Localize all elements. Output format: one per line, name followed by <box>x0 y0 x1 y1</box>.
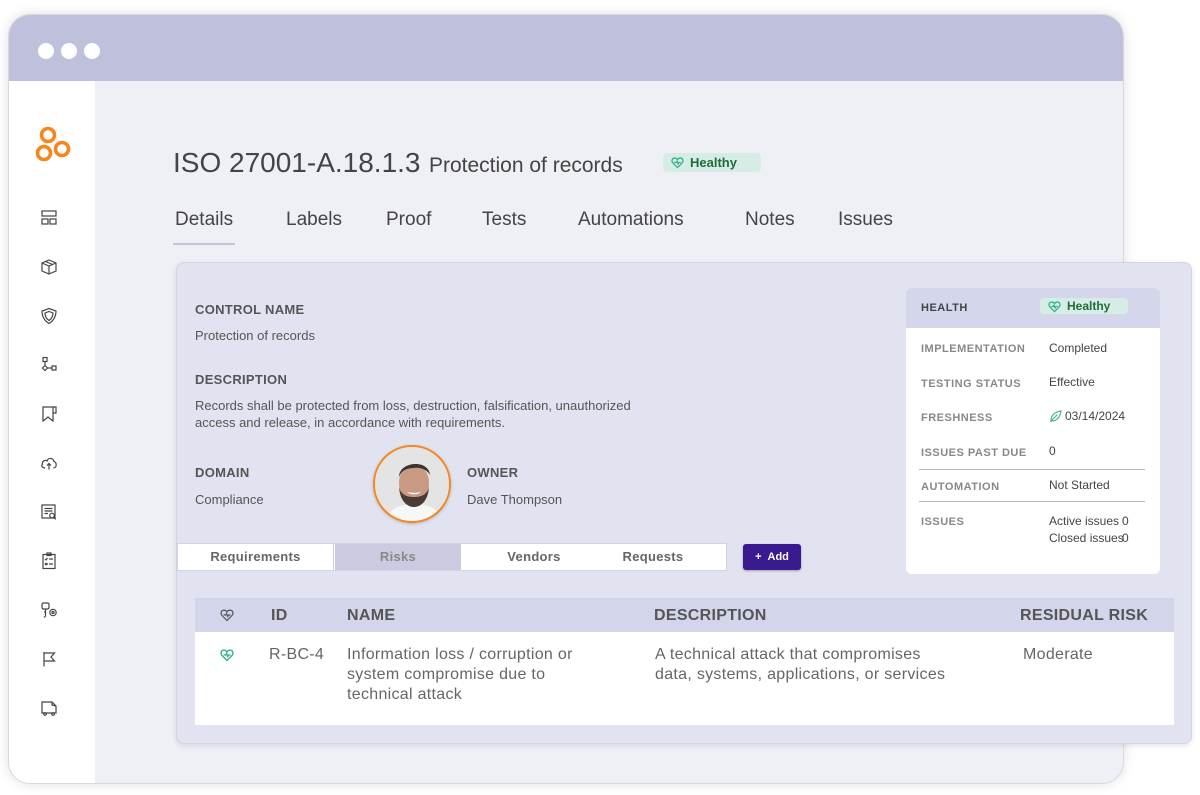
closed-issues-label: Closed issues <box>1049 531 1124 545</box>
column-header-description[interactable]: DESCRIPTION <box>654 607 767 625</box>
clipboard-checklist-icon[interactable] <box>40 552 58 570</box>
automation-value: Not Started <box>1049 478 1110 492</box>
plus-icon: + <box>755 551 762 563</box>
risk-name-line: system compromise due to <box>347 666 546 683</box>
freshness-value: 03/14/2024 <box>1065 409 1126 423</box>
active-issues-count: 0 <box>1122 514 1129 528</box>
description-value: Records shall be protected from loss, de… <box>195 398 631 430</box>
risk-name: Information loss / corruption or system … <box>347 645 573 705</box>
implementation-value: Completed <box>1049 341 1108 355</box>
risk-id[interactable]: R-BC-4 <box>269 645 324 665</box>
subtab-requests[interactable]: Requests <box>594 544 712 570</box>
add-button[interactable]: + Add <box>743 544 801 570</box>
tab-automations[interactable]: Automations <box>578 209 684 231</box>
details-panel: CONTROL NAME Protection of records DESCR… <box>176 262 1192 744</box>
residual-risk-value: Moderate <box>1023 646 1093 663</box>
vehicle-icon[interactable] <box>40 699 58 717</box>
closed-issues-count: 0 <box>1122 531 1129 545</box>
domain-value: Compliance <box>195 492 264 507</box>
health-badge: Healthy <box>1040 298 1129 314</box>
health-card: HEALTH Healthy IMPLEMENTATION Completed … <box>906 288 1160 574</box>
risks-table: ID NAME DESCRIPTION RESIDUAL RISK R-BC-4… <box>195 598 1174 725</box>
status-badge: Healthy <box>663 153 761 172</box>
window-control-dot[interactable] <box>61 43 77 59</box>
related-tabs: Requirements Risks Vendors Requests <box>177 543 727 571</box>
active-issues-label: Active issues <box>1049 514 1120 528</box>
status-badge-label: Healthy <box>690 155 737 170</box>
freshness-value-wrap: 03/14/2024 <box>1049 409 1125 423</box>
health-label: HEALTH <box>921 302 968 314</box>
window-control-dot[interactable] <box>84 43 100 59</box>
heart-pulse-icon <box>220 609 234 622</box>
logo-icon[interactable] <box>34 125 78 165</box>
description-label: DESCRIPTION <box>195 372 288 387</box>
control-code: ISO 27001-A.18.1.3 <box>173 147 421 178</box>
table-header: ID NAME DESCRIPTION RESIDUAL RISK <box>195 598 1174 632</box>
owner-label: OWNER <box>467 465 519 480</box>
risk-description: A technical attack that compromises data… <box>655 645 945 685</box>
issues-past-due-label: ISSUES PAST DUE <box>921 447 1027 459</box>
tab-tests[interactable]: Tests <box>482 209 526 231</box>
box-icon[interactable] <box>40 258 58 276</box>
column-header-residual-risk[interactable]: RESIDUAL RISK <box>1020 607 1148 625</box>
risk-description-line: A technical attack that compromises <box>655 646 921 663</box>
tab-details[interactable]: Details <box>172 209 236 245</box>
title-bar <box>9 15 1123 81</box>
heart-pulse-icon <box>671 157 684 169</box>
dashboard-icon[interactable] <box>40 209 58 227</box>
subtab-vendors[interactable]: Vendors <box>474 544 594 570</box>
control-name-value: Protection of records <box>195 328 315 343</box>
sidebar <box>9 81 95 783</box>
bookmark-icon[interactable] <box>40 405 58 423</box>
testing-status-label: TESTING STATUS <box>921 378 1022 390</box>
column-header-id[interactable]: ID <box>271 607 288 625</box>
heart-pulse-icon <box>1048 300 1061 312</box>
health-badge-label: Healthy <box>1067 299 1111 313</box>
owner-avatar[interactable] <box>373 445 451 523</box>
subtab-requirements[interactable]: Requirements <box>178 544 334 570</box>
freshness-label: FRESHNESS <box>921 412 993 424</box>
tab-labels[interactable]: Labels <box>286 209 342 231</box>
risk-description-line: data, systems, applications, or services <box>655 666 946 683</box>
flag-icon[interactable] <box>40 650 58 668</box>
column-header-name[interactable]: NAME <box>347 607 395 625</box>
add-button-label: Add <box>767 551 789 563</box>
workflow-icon[interactable] <box>40 356 58 374</box>
tab-proof[interactable]: Proof <box>386 209 431 231</box>
heart-pulse-icon <box>220 649 234 662</box>
automation-label: AUTOMATION <box>921 481 1000 493</box>
divider <box>919 469 1145 470</box>
owner-value[interactable]: Dave Thompson <box>467 491 562 508</box>
cloud-upload-icon[interactable] <box>40 454 58 472</box>
risk-name-line: Information loss / corruption or <box>347 646 573 663</box>
subtab-risks[interactable]: Risks <box>335 544 461 570</box>
control-title: Protection of records <box>428 154 623 177</box>
key-settings-icon[interactable] <box>40 601 58 619</box>
window-control-dot[interactable] <box>38 43 54 59</box>
document-search-icon[interactable] <box>40 503 58 521</box>
testing-status-value: Effective <box>1049 375 1095 389</box>
implementation-label: IMPLEMENTATION <box>921 343 1026 355</box>
tab-notes[interactable]: Notes <box>745 209 795 231</box>
health-header: HEALTH Healthy <box>906 288 1160 328</box>
risk-name-line: technical attack <box>347 686 463 703</box>
page-title: ISO 27001-A.18.1.3 Protection of records <box>173 147 623 179</box>
divider <box>919 501 1145 502</box>
leaf-icon <box>1050 409 1062 422</box>
domain-label: DOMAIN <box>195 465 250 480</box>
shield-icon[interactable] <box>40 307 58 325</box>
issues-label: ISSUES <box>921 516 965 528</box>
issues-past-due-value: 0 <box>1049 444 1056 458</box>
tab-issues[interactable]: Issues <box>838 209 893 231</box>
control-name-label: CONTROL NAME <box>195 302 305 317</box>
